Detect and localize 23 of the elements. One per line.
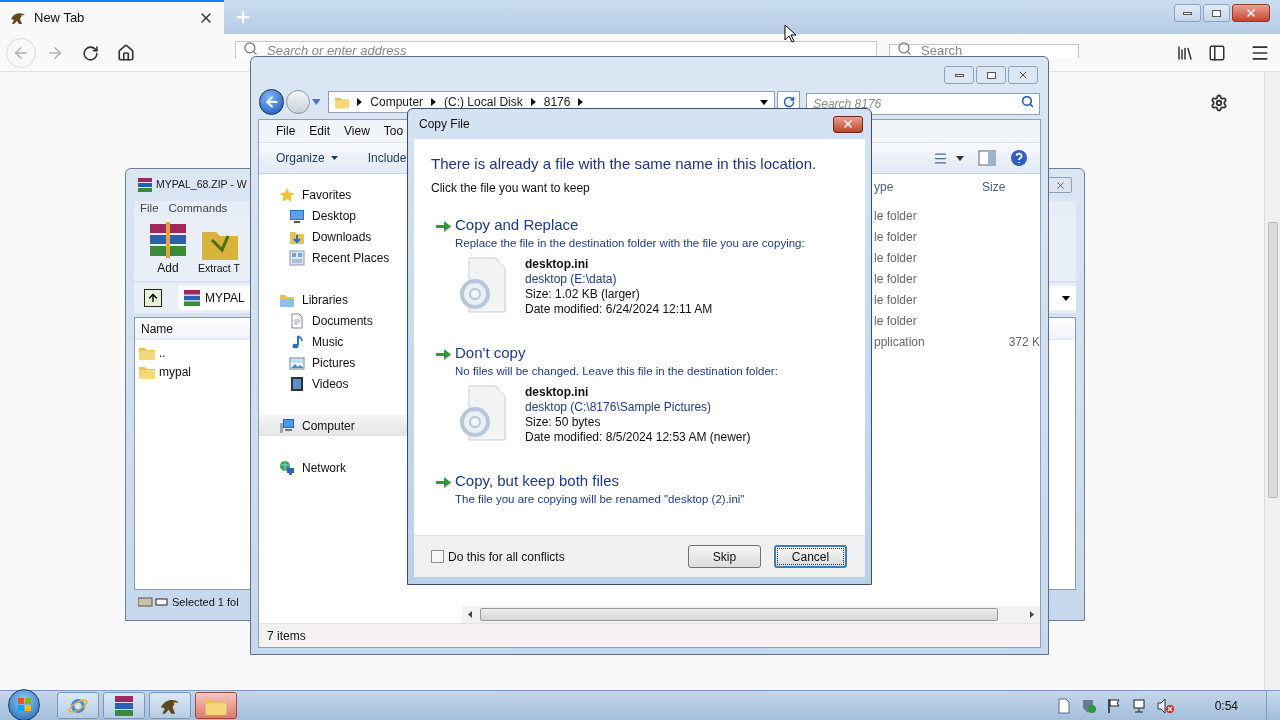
table-cell-text: le folder xyxy=(874,270,918,288)
dialog-title: Copy File xyxy=(419,116,470,133)
file-name: desktop.ini xyxy=(525,385,590,400)
status-text: Selected 1 fol xyxy=(172,594,239,610)
file-location: desktop (C:\8176\Sample Pictures) xyxy=(525,400,713,415)
file-size: Size: 50 bytes xyxy=(525,415,602,430)
file-date: Date modified: 8/5/2024 12:53 AM (newer) xyxy=(525,430,751,445)
table-cell-text: pplication xyxy=(874,333,926,351)
window-title: MYPAL_68.ZIP - W xyxy=(156,177,247,193)
dialog-heading: There is already a file with the same name in this location. xyxy=(431,154,818,174)
table-cell-text: le folder xyxy=(874,291,918,309)
table-cell-text: 372 K xyxy=(1007,333,1040,351)
table-cell-text: le folder xyxy=(874,228,918,246)
table-cell-text: le folder xyxy=(874,249,918,267)
dialog-subtitle: Click the file you want to keep xyxy=(431,179,591,197)
table-cell-text: le folder xyxy=(874,312,918,330)
file-date: Date modified: 6/24/2024 12:11 AM xyxy=(525,301,713,317)
file-location: desktop (E:\data) xyxy=(525,271,618,287)
file-size: Size: 1.02 KB (larger) xyxy=(525,286,641,302)
table-cell-text: le folder xyxy=(874,207,918,225)
file-name: desktop.ini xyxy=(525,256,590,272)
tab-title: New Tab xyxy=(34,9,86,28)
status-text: 7 items xyxy=(267,627,306,645)
